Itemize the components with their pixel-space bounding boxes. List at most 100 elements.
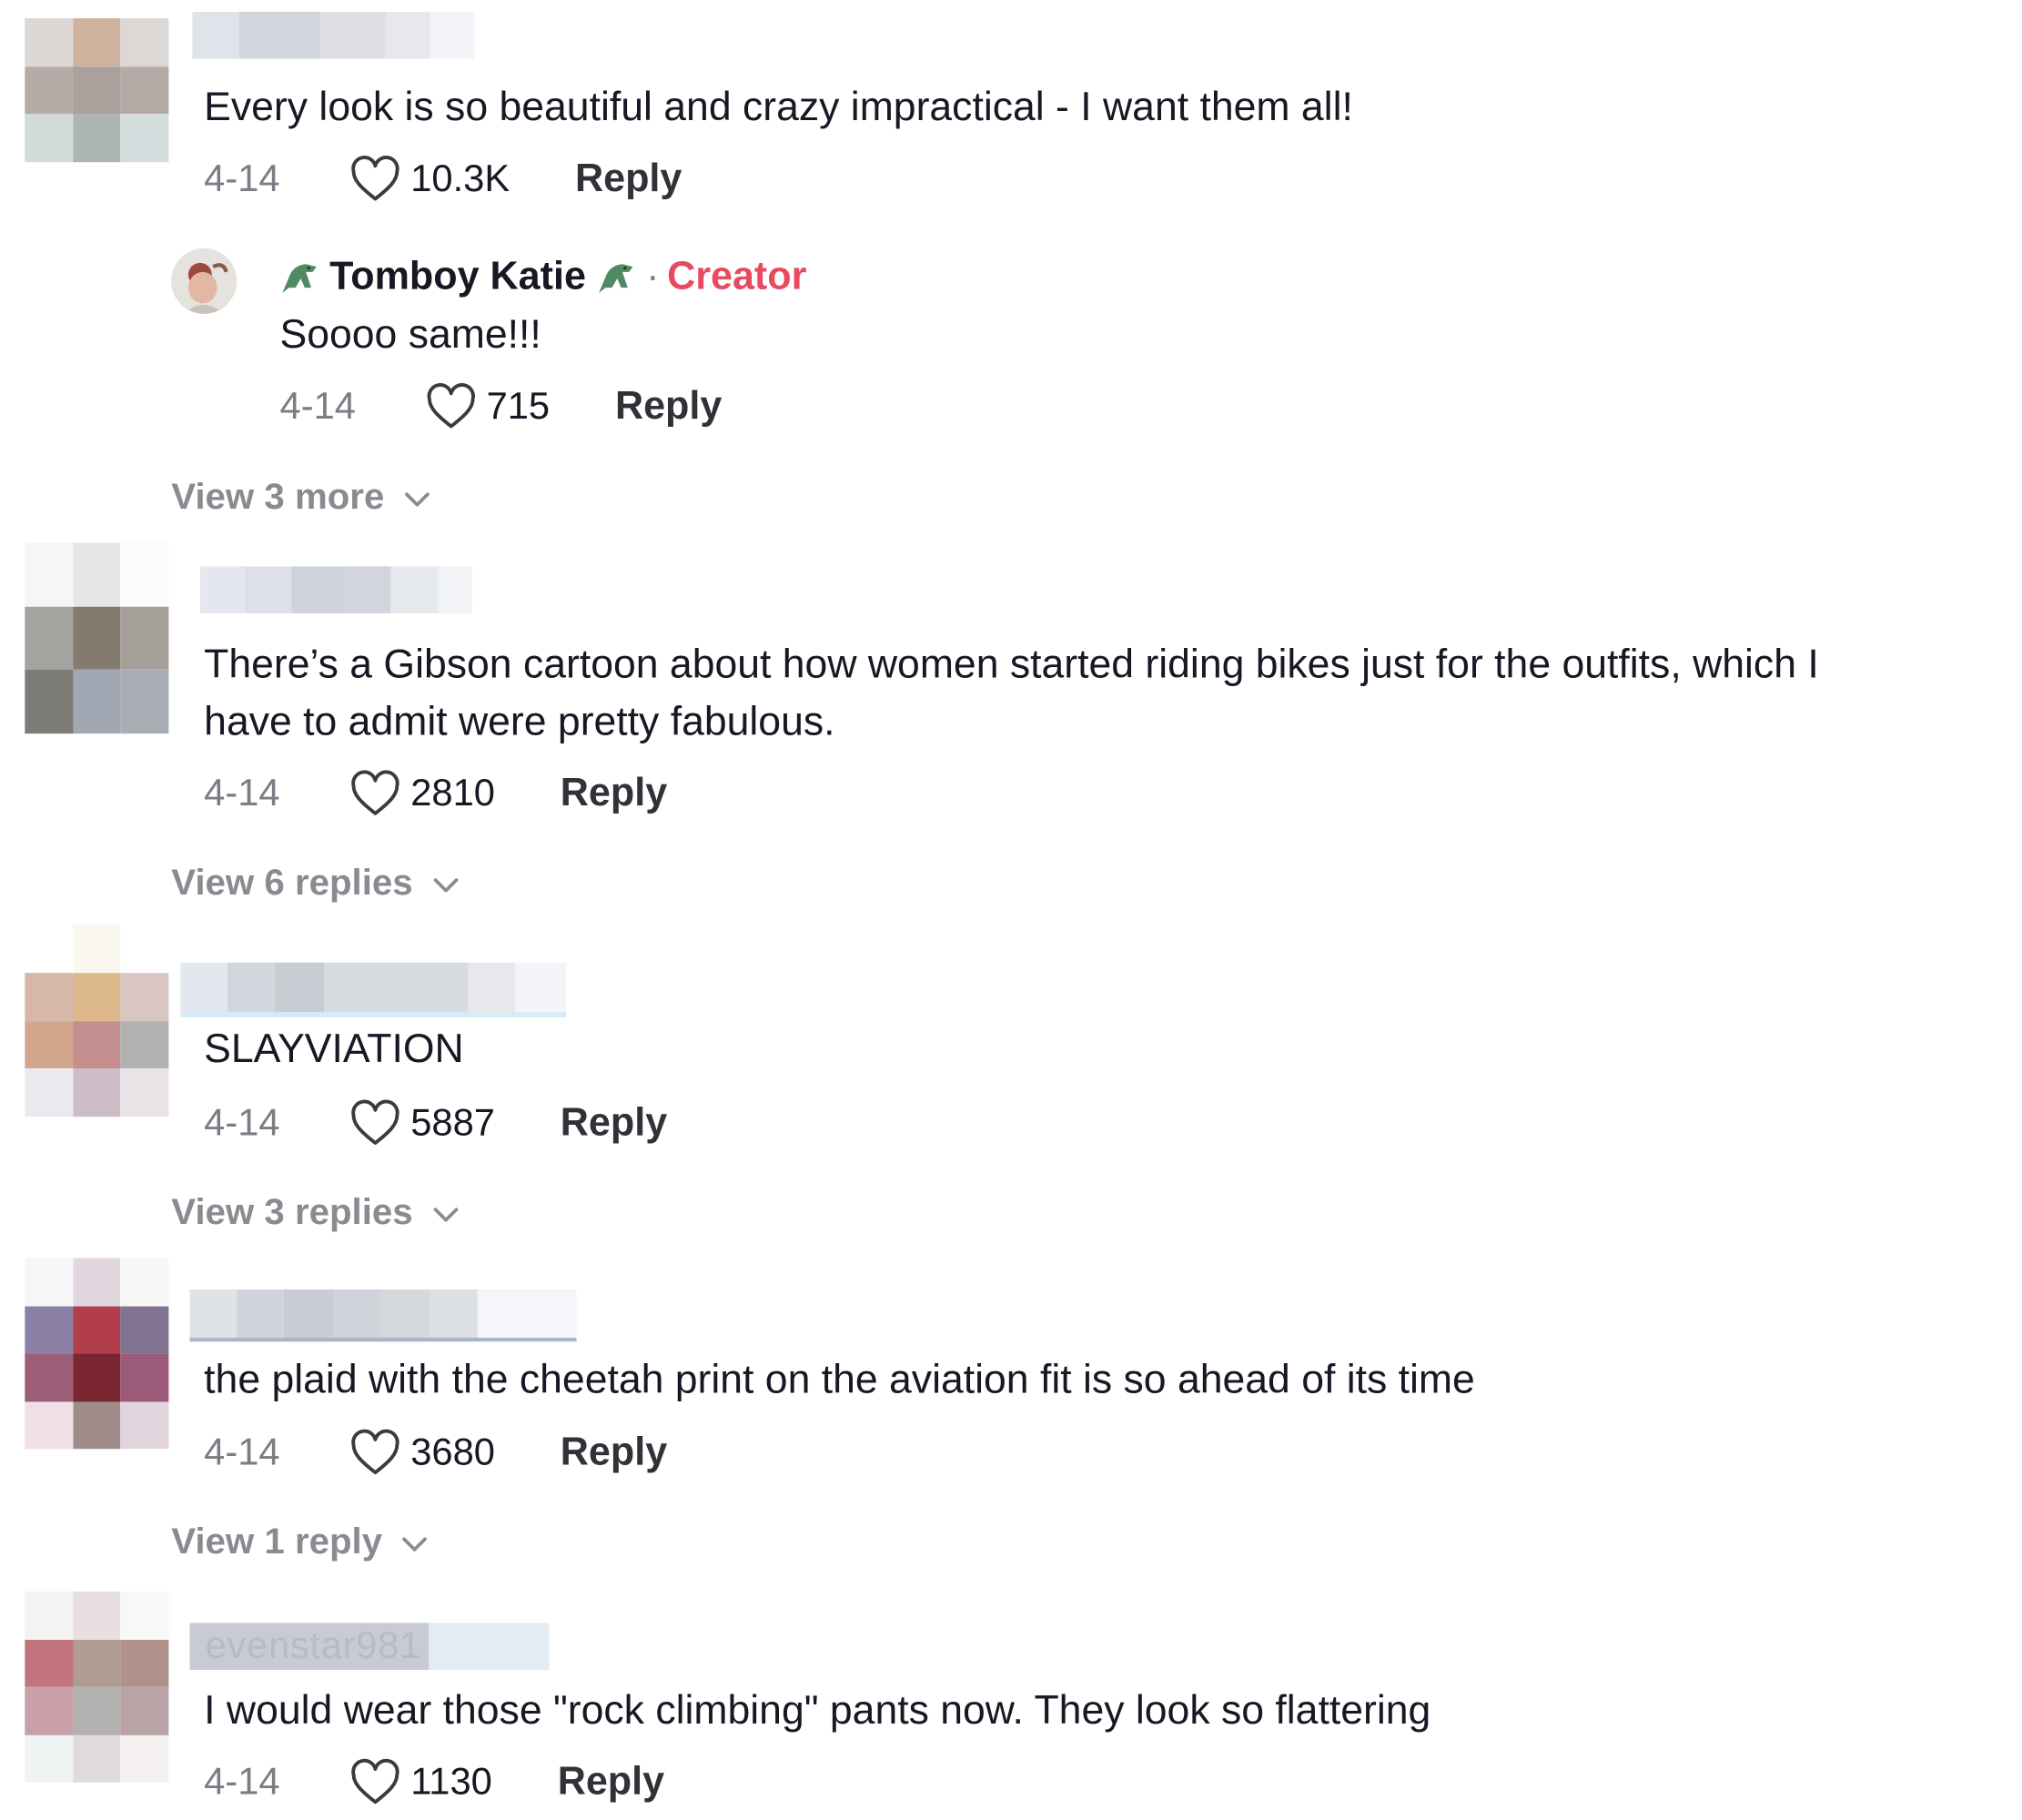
avatar-pixel [25,114,73,163]
username-blurred[interactable] [189,1289,577,1342]
avatar-pixel [72,973,121,1021]
avatar-pixel [72,1400,121,1450]
avatar-pixel [72,66,121,115]
comment-meta: 4-14 5887 Reply [204,1097,667,1149]
avatar-pixel [72,114,121,163]
view-more-replies[interactable]: View 3 replies [171,1191,460,1233]
avatar-pixel [25,1353,73,1401]
avatar-pixel [25,670,73,734]
avatar[interactable] [25,542,169,734]
chevron-down-icon [433,878,458,893]
avatar-pixel [120,542,169,607]
reply-button[interactable]: Reply [561,1431,667,1475]
view-more-label: View 6 replies [171,861,413,903]
creator-name[interactable]: Tomboy Katie [329,255,586,299]
like-count: 10.3K [410,157,511,200]
avatar-pixel [120,973,169,1021]
avatar-pixel [72,1734,121,1783]
comments-panel: Every look is so beautiful and crazy imp… [0,0,2022,1820]
view-more-label: View 1 reply [171,1521,383,1562]
chevron-down-icon [402,1537,428,1552]
view-more-replies[interactable]: View 3 more [171,476,431,518]
avatar-pixel [25,1305,73,1354]
view-more-replies[interactable]: View 6 replies [171,862,460,904]
chevron-down-icon [433,1208,458,1222]
reply-button[interactable]: Reply [575,157,682,201]
like-button[interactable]: 5887 [350,1099,495,1148]
view-more-label: View 3 more [171,476,385,517]
like-button[interactable]: 10.3K [350,156,510,203]
avatar-pixel [72,18,121,66]
avatar[interactable] [25,18,169,163]
avatar-pixel [72,1353,121,1401]
view-more-replies[interactable]: View 1 reply [171,1521,430,1562]
avatar-pixel [120,1020,169,1069]
reply-button[interactable]: Reply [615,384,722,429]
avatar-pixel [72,1305,121,1354]
avatar-pixel [25,1591,73,1640]
profile-photo-icon [171,248,238,314]
comment-date: 4-14 [204,1431,280,1473]
username-blurred[interactable] [192,11,475,59]
reply-button[interactable]: Reply [561,1101,667,1146]
comment-text-line: have to admit were pretty fabulous. [204,698,835,744]
avatar-pixel [72,606,121,671]
avatar-pixel [25,1734,73,1783]
avatar-pixel [25,1020,73,1069]
avatar-pixel [120,1353,169,1401]
creator-badge: Creator [667,255,807,298]
avatar-pixel [72,1686,121,1735]
avatar[interactable] [25,973,169,1117]
username-blurred[interactable] [199,566,472,613]
like-button[interactable]: 3680 [350,1429,495,1477]
avatar-pixel [120,670,169,734]
avatar-pixel [72,1068,121,1117]
avatar-pixel [72,1591,121,1640]
heart-icon [351,1429,399,1475]
like-button[interactable]: 2810 [350,770,495,817]
comment-text: Every look is so beautiful and crazy imp… [204,83,1353,130]
dinosaur-icon [599,264,633,293]
avatar-pixel [25,1258,73,1306]
avatar-pixel [25,18,73,66]
separator: · [646,255,660,298]
like-button[interactable]: 1130 [350,1758,492,1806]
username-blurred[interactable] [180,962,567,1017]
heart-icon [351,770,399,815]
reply-button[interactable]: Reply [561,772,667,816]
avatar-fragment [73,924,121,974]
comment-text: There’s a Gibson cartoon about how women… [204,635,1819,750]
avatar-pixel [25,1639,73,1687]
avatar-pixel [120,1400,169,1450]
chevron-down-icon [404,492,430,507]
like-count: 3680 [410,1431,495,1473]
avatar[interactable] [25,1591,169,1783]
comment-meta: 4-14 3680 Reply [204,1427,667,1479]
reply-date: 4-14 [279,385,356,428]
avatar-pixel [25,606,73,671]
avatar-pixel [72,542,121,607]
avatar-pixel [120,1258,169,1306]
comment-meta: 4-14 2810 Reply [204,768,667,820]
dinosaur-icon [282,264,317,293]
creator-reply-header: Tomboy Katie · Creator [278,251,807,303]
like-count: 2810 [410,772,495,814]
avatar-pixel [120,66,169,115]
avatar[interactable] [171,248,238,314]
comment-text: the plaid with the cheetah print on the … [204,1356,1475,1402]
like-count: 1130 [410,1760,492,1803]
avatar-pixel [120,1686,169,1735]
avatar-pixel [25,973,73,1021]
avatar[interactable] [25,1258,169,1450]
avatar-pixel [120,1639,169,1687]
avatar-pixel [25,542,73,607]
comment-meta: 4-14 1130 Reply [204,1756,664,1808]
avatar-pixel [120,1305,169,1354]
avatar-pixel [72,1020,121,1069]
heart-icon [351,1099,399,1145]
like-button[interactable]: 715 [426,383,550,430]
heart-icon [351,156,399,201]
reply-button[interactable]: Reply [558,1760,664,1805]
username-blurred[interactable]: evenstar981 [189,1623,550,1671]
avatar-pixel [72,1258,121,1306]
